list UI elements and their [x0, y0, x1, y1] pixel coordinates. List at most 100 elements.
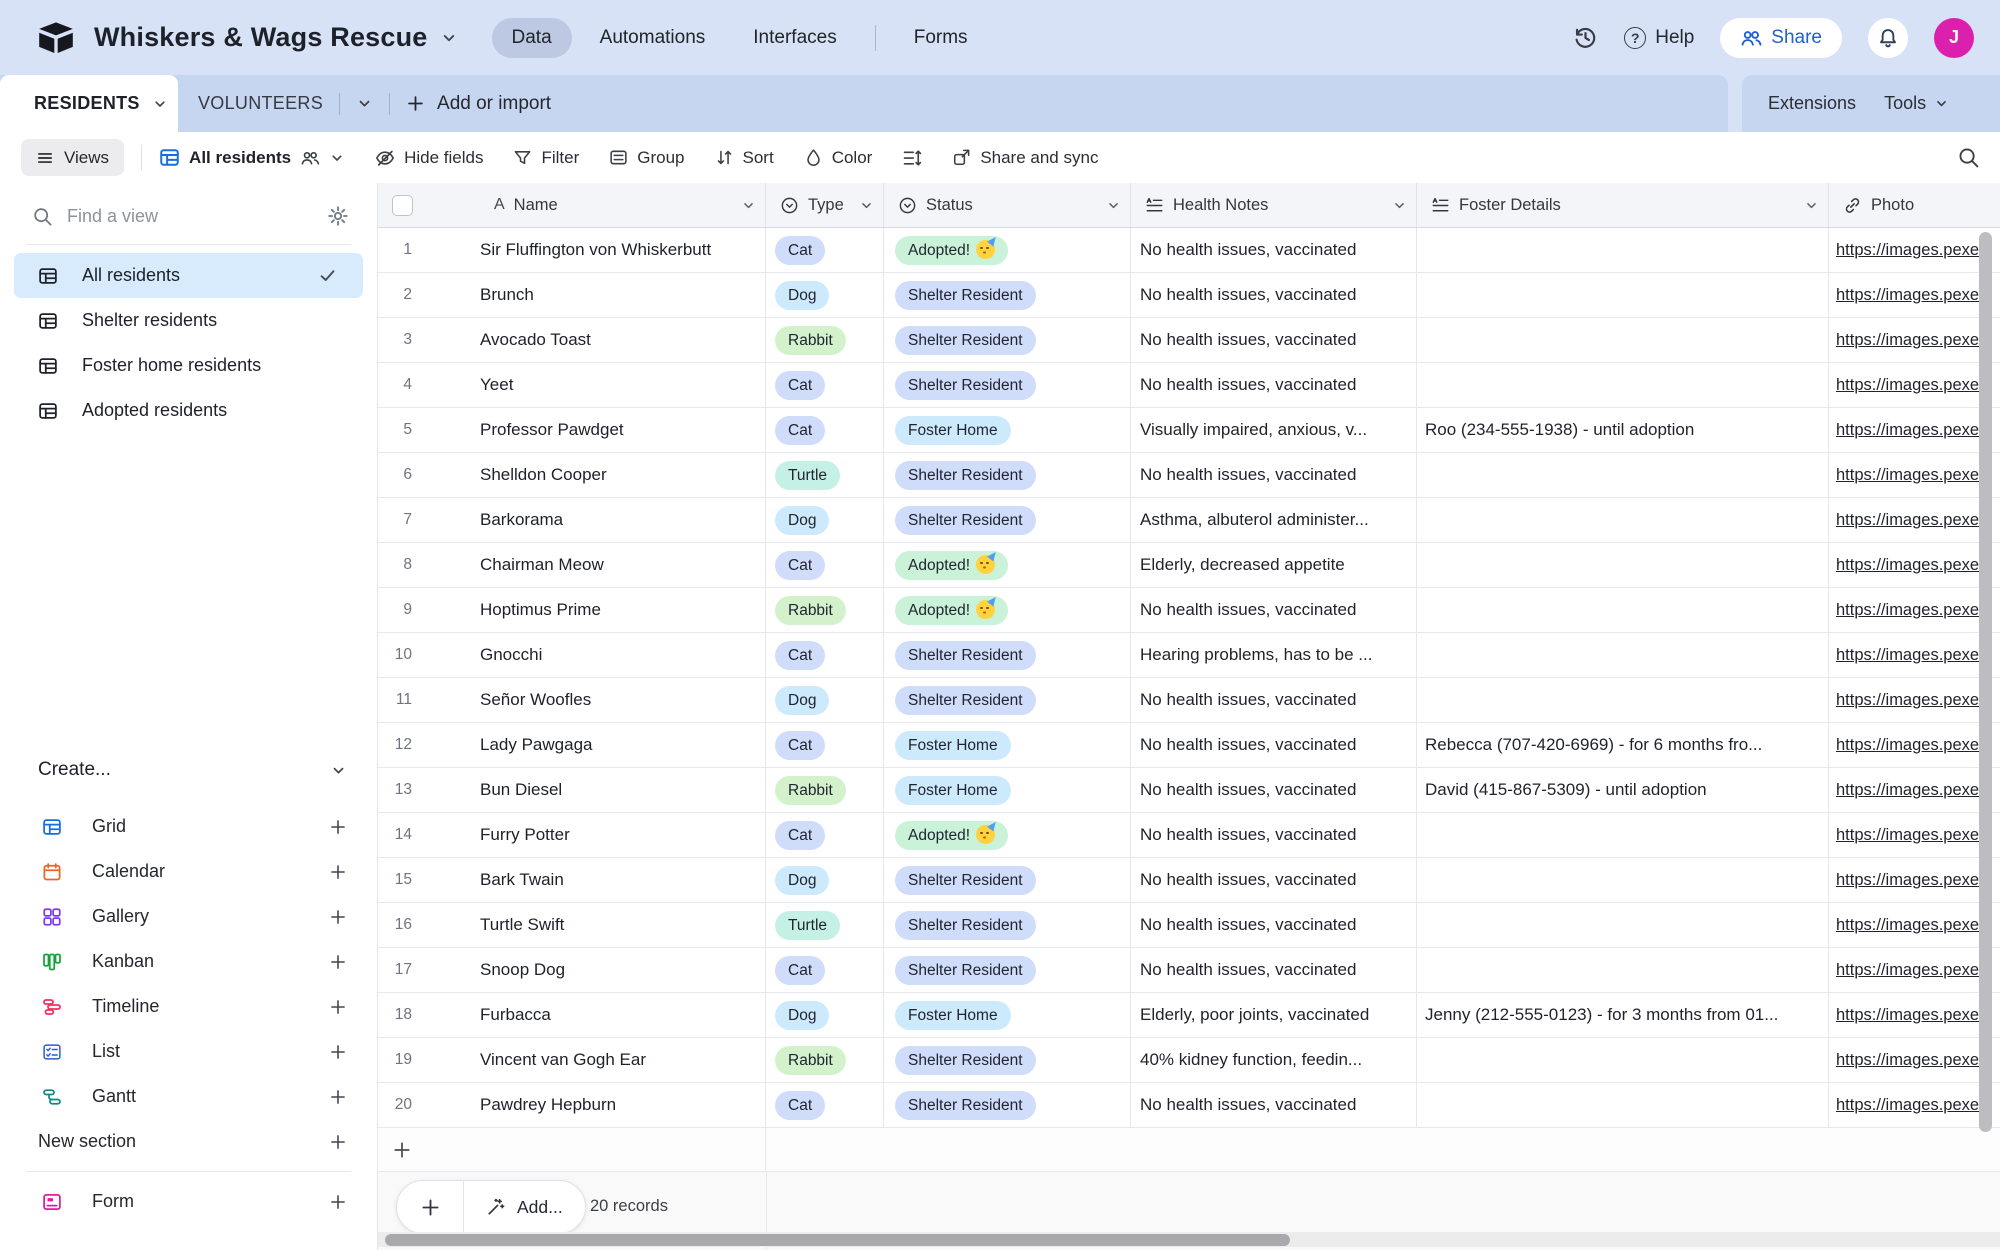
cell-name[interactable]: 3Avocado Toast — [378, 318, 766, 362]
photo-link[interactable]: https://images.pexe — [1829, 826, 1979, 845]
cell-status[interactable]: Foster Home — [884, 768, 1131, 812]
cell-type[interactable]: Cat — [766, 228, 884, 272]
cell-type[interactable]: Cat — [766, 408, 884, 452]
cell-type[interactable]: Turtle — [766, 903, 884, 947]
photo-link[interactable]: https://images.pexe — [1829, 961, 1979, 980]
create-item-list[interactable]: List — [0, 1029, 377, 1074]
sidebar-view-foster-home-residents[interactable]: Foster home residents — [14, 343, 363, 388]
cell-type[interactable]: Dog — [766, 498, 884, 542]
sort-button[interactable]: Sort — [715, 148, 774, 168]
cell-type[interactable]: Cat — [766, 813, 884, 857]
cell-health-notes[interactable]: No health issues, vaccinated — [1131, 903, 1417, 947]
plus-icon[interactable] — [329, 1043, 347, 1061]
sidebar-view-shelter-residents[interactable]: Shelter residents — [14, 298, 363, 343]
cell-photo[interactable]: https://images.pexe — [1829, 1038, 2000, 1082]
column-chevron-icon[interactable] — [1804, 198, 1819, 213]
cell-photo[interactable]: https://images.pexe — [1829, 363, 2000, 407]
cell-photo[interactable]: https://images.pexe — [1829, 813, 2000, 857]
cell-status[interactable]: Shelter Resident — [884, 453, 1131, 497]
plus-icon[interactable] — [329, 863, 347, 881]
cell-photo[interactable]: https://images.pexe — [1829, 273, 2000, 317]
cell-status[interactable]: Shelter Resident — [884, 948, 1131, 992]
cell-foster-details[interactable]: David (415-867-5309) - until adoption — [1417, 768, 1829, 812]
cell-health-notes[interactable]: No health issues, vaccinated — [1131, 1083, 1417, 1127]
history-icon[interactable] — [1573, 25, 1598, 50]
create-item-grid[interactable]: Grid — [0, 804, 377, 849]
create-item-gallery[interactable]: Gallery — [0, 894, 377, 939]
cell-health-notes[interactable]: No health issues, vaccinated — [1131, 723, 1417, 767]
column-chevron-icon[interactable] — [1106, 198, 1121, 213]
cell-foster-details[interactable] — [1417, 273, 1829, 317]
create-item-gantt[interactable]: Gantt — [0, 1074, 377, 1119]
table-row[interactable]: 2BrunchDogShelter ResidentNo health issu… — [378, 273, 2000, 318]
cell-foster-details[interactable] — [1417, 228, 1829, 272]
cell-photo[interactable]: https://images.pexe — [1829, 543, 2000, 587]
cell-photo[interactable]: https://images.pexe — [1829, 993, 2000, 1037]
sidebar-view-all-residents[interactable]: All residents — [14, 253, 363, 298]
cell-type[interactable]: Turtle — [766, 453, 884, 497]
photo-link[interactable]: https://images.pexe — [1829, 781, 1979, 800]
notifications-button[interactable] — [1868, 18, 1908, 58]
table-row[interactable]: 17Snoop DogCatShelter ResidentNo health … — [378, 948, 2000, 993]
table-row[interactable]: 6Shelldon CooperTurtleShelter ResidentNo… — [378, 453, 2000, 498]
cell-type[interactable]: Dog — [766, 273, 884, 317]
create-item-new-section[interactable]: New section — [0, 1119, 377, 1164]
plus-icon[interactable] — [329, 1088, 347, 1106]
column-chevron-icon[interactable] — [859, 198, 874, 213]
cell-name[interactable]: 11Señor Woofles — [378, 678, 766, 722]
plus-icon[interactable] — [329, 908, 347, 926]
find-view-input[interactable] — [67, 206, 313, 227]
hide-fields-button[interactable]: Hide fields — [375, 148, 483, 168]
cell-foster-details[interactable] — [1417, 948, 1829, 992]
cell-type[interactable]: Cat — [766, 363, 884, 407]
table-row[interactable]: 12Lady PawgagaCatFoster HomeNo health is… — [378, 723, 2000, 768]
table-row[interactable]: 11Señor WooflesDogShelter ResidentNo hea… — [378, 678, 2000, 723]
cell-type[interactable]: Rabbit — [766, 588, 884, 632]
cell-name[interactable]: 1Sir Fluffington von Whiskerbutt — [378, 228, 766, 272]
cell-health-notes[interactable]: No health issues, vaccinated — [1131, 318, 1417, 362]
cell-foster-details[interactable] — [1417, 543, 1829, 587]
cell-health-notes[interactable]: Asthma, albuterol administer... — [1131, 498, 1417, 542]
cell-health-notes[interactable]: No health issues, vaccinated — [1131, 273, 1417, 317]
cell-foster-details[interactable] — [1417, 453, 1829, 497]
cell-status[interactable]: Foster Home — [884, 408, 1131, 452]
table-row[interactable]: 7BarkoramaDogShelter ResidentAsthma, alb… — [378, 498, 2000, 543]
cell-photo[interactable]: https://images.pexe — [1829, 858, 2000, 902]
cell-photo[interactable]: https://images.pexe — [1829, 633, 2000, 677]
cell-name[interactable]: 18Furbacca — [378, 993, 766, 1037]
cell-type[interactable]: Rabbit — [766, 318, 884, 362]
photo-link[interactable]: https://images.pexe — [1829, 511, 1979, 530]
row-height-button[interactable] — [902, 148, 922, 168]
filter-button[interactable]: Filter — [513, 148, 579, 168]
cell-status[interactable]: Shelter Resident — [884, 363, 1131, 407]
cell-health-notes[interactable]: No health issues, vaccinated — [1131, 588, 1417, 632]
photo-link[interactable]: https://images.pexe — [1829, 331, 1979, 350]
cell-name[interactable]: 5Professor Pawdget — [378, 408, 766, 452]
add-record-row[interactable] — [378, 1128, 2000, 1172]
sidebar-view-adopted-residents[interactable]: Adopted residents — [14, 388, 363, 433]
cell-health-notes[interactable]: Elderly, decreased appetite — [1131, 543, 1417, 587]
add-or-import-button[interactable]: Add or import — [406, 93, 551, 115]
add-record-button[interactable] — [397, 1181, 463, 1233]
help-button[interactable]: ? Help — [1624, 27, 1694, 49]
photo-link[interactable]: https://images.pexe — [1829, 736, 1979, 755]
table-row[interactable]: 14Furry PotterCatAdopted!No health issue… — [378, 813, 2000, 858]
cell-name[interactable]: 12Lady Pawgaga — [378, 723, 766, 767]
create-item-kanban[interactable]: Kanban — [0, 939, 377, 984]
cell-foster-details[interactable]: Roo (234-555-1938) - until adoption — [1417, 408, 1829, 452]
cell-type[interactable]: Cat — [766, 1083, 884, 1127]
vertical-scrollbar-thumb[interactable] — [1979, 232, 1992, 1132]
cell-status[interactable]: Adopted! — [884, 813, 1131, 857]
photo-link[interactable]: https://images.pexe — [1829, 601, 1979, 620]
select-all-checkbox[interactable] — [392, 195, 413, 216]
nav-item-data[interactable]: Data — [492, 18, 572, 58]
cell-name[interactable]: 13Bun Diesel — [378, 768, 766, 812]
photo-link[interactable]: https://images.pexe — [1829, 556, 1979, 575]
cell-health-notes[interactable]: No health issues, vaccinated — [1131, 363, 1417, 407]
create-item-calendar[interactable]: Calendar — [0, 849, 377, 894]
photo-link[interactable]: https://images.pexe — [1829, 646, 1979, 665]
cell-photo[interactable]: https://images.pexe — [1829, 723, 2000, 767]
cell-status[interactable]: Shelter Resident — [884, 678, 1131, 722]
cell-photo[interactable]: https://images.pexe — [1829, 588, 2000, 632]
create-item-timeline[interactable]: Timeline — [0, 984, 377, 1029]
